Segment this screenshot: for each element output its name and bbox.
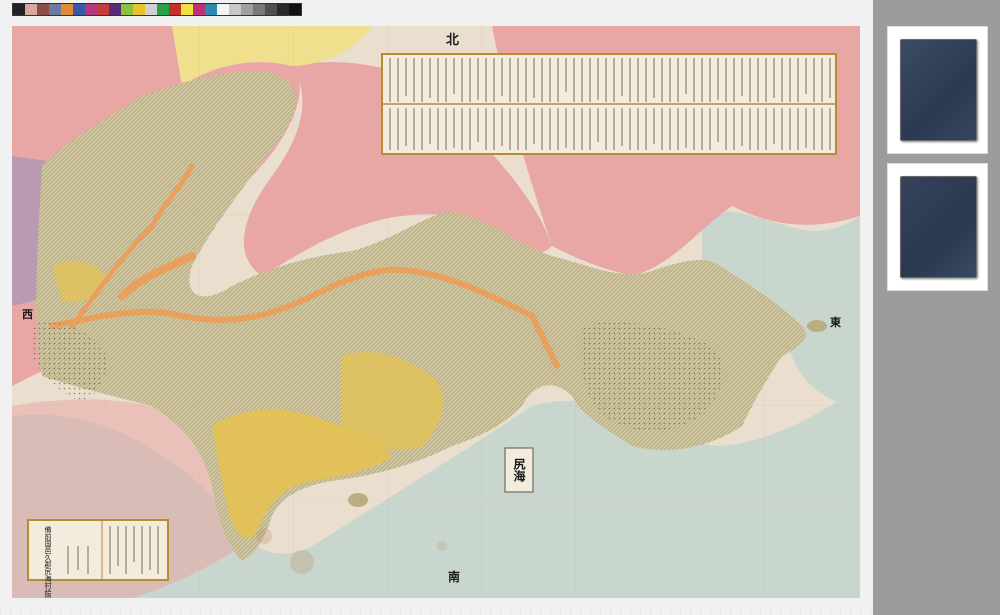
south-mark: 南 (448, 569, 460, 584)
map-viewer[interactable]: 備前国邑久郡尻海村絵図 北 南 東 西 尻海 (0, 0, 873, 615)
east-mark: 東 (830, 315, 842, 329)
west-mark: 西 (22, 308, 33, 321)
water-stain (256, 528, 272, 544)
cartouche-title: 備前国邑久郡尻海村絵図 (44, 525, 52, 598)
water-stain (290, 550, 314, 574)
thumbnail-back-cover[interactable] (887, 163, 988, 291)
water-stain (437, 541, 447, 551)
book-cover-image (900, 39, 977, 141)
historical-map: 備前国邑久郡尻海村絵図 北 南 東 西 尻海 (12, 26, 860, 598)
bottom-ruler (0, 607, 873, 615)
sea-label: 尻海 (512, 458, 526, 483)
color-calibration-strip (12, 3, 302, 16)
thumbnail-front-cover[interactable] (887, 26, 988, 154)
north-mark: 北 (446, 33, 459, 48)
thumbnail-sidebar (873, 0, 1000, 615)
book-cover-image (900, 176, 977, 278)
